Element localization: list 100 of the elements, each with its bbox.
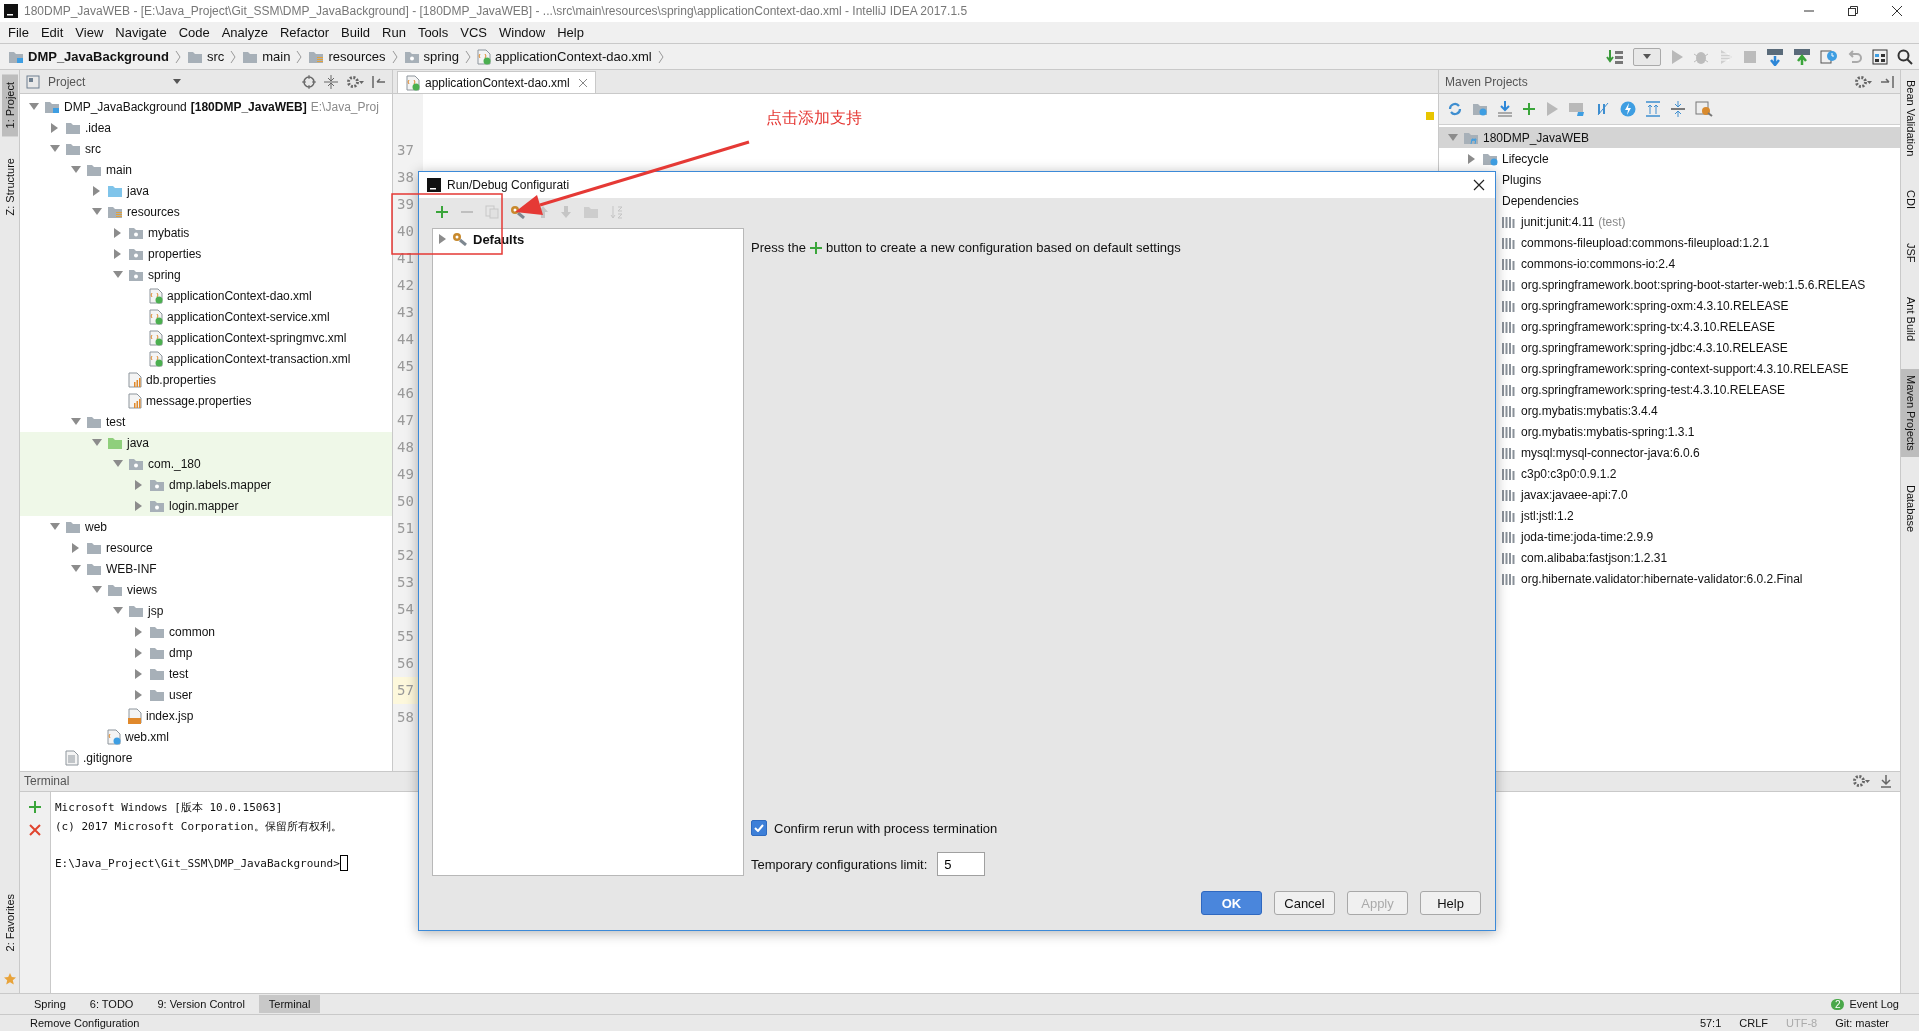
breadcrumb-item[interactable]: resources (308, 49, 386, 64)
tree-item[interactable]: login.mapper (169, 498, 239, 513)
new-session-icon[interactable] (28, 799, 42, 814)
tool-window-tab[interactable]: Spring (24, 995, 76, 1013)
tree-item[interactable]: user (169, 687, 193, 702)
breadcrumb-item[interactable]: main (242, 49, 291, 64)
tree-item[interactable]: views (127, 582, 157, 597)
menu-item[interactable]: Edit (34, 25, 70, 40)
tree-item[interactable]: Dependencies (1502, 193, 1579, 208)
tree-item[interactable]: dmp (169, 645, 193, 660)
tree-item[interactable]: org.springframework:spring-oxm:4.3.10.RELEASE (1521, 298, 1789, 313)
download-icon[interactable] (1497, 101, 1513, 117)
vcs-update-icon[interactable] (1766, 47, 1784, 66)
caret-icon[interactable] (173, 79, 182, 84)
settings-icon[interactable] (346, 74, 364, 89)
tree-item[interactable]: org.springframework:spring-context-support:4.3.10.RELEASE (1521, 361, 1849, 376)
menu-item[interactable]: File (2, 25, 35, 40)
run-icon[interactable] (1545, 101, 1559, 117)
tree-item[interactable]: org.mybatis:mybatis-spring:1.3.1 (1521, 424, 1695, 439)
collapsed-arrow-icon[interactable] (114, 248, 122, 259)
tree-item[interactable]: applicationContext-dao.xml (167, 288, 312, 303)
tree-item[interactable]: jstl:jstl:1.2 (1521, 508, 1574, 523)
tool-window-tab[interactable]: 9: Version Control (147, 995, 255, 1013)
collapsed-arrow-icon[interactable] (439, 234, 447, 244)
history-icon[interactable] (1820, 48, 1838, 65)
menu-item[interactable]: Refactor (273, 25, 336, 40)
tree-item[interactable]: com.alibaba:fastjson:1.2.31 (1521, 550, 1668, 565)
lightning-icon[interactable] (1620, 101, 1636, 117)
expanded-arrow-icon[interactable] (71, 165, 81, 174)
add-icon[interactable] (435, 205, 449, 219)
tree-item[interactable]: src (85, 141, 101, 156)
input-field[interactable]: 5 (937, 852, 986, 876)
status-item[interactable]: Git: master (1835, 1017, 1889, 1029)
tree-item[interactable]: mysql:mysql-connector-java:6.0.6 (1521, 445, 1700, 460)
menu-item[interactable]: Help (551, 25, 590, 40)
tree-item[interactable]: java (127, 435, 149, 450)
collapsed-arrow-icon[interactable] (93, 185, 101, 196)
tool-window-tab[interactable]: JSF (1901, 237, 1919, 269)
expand-all-icon[interactable] (1645, 101, 1661, 117)
expanded-arrow-icon[interactable] (113, 459, 123, 468)
close-button[interactable] (1891, 5, 1903, 17)
tree-item[interactable]: org.springframework:spring-tx:4.3.10.RELEASE (1521, 319, 1776, 334)
tree-item[interactable]: applicationContext-transaction.xml (167, 351, 351, 366)
add-icon[interactable] (1522, 102, 1536, 116)
collapsed-arrow-icon[interactable] (135, 626, 143, 637)
tree-item[interactable]: dmp.labels.mapper (169, 477, 272, 492)
tree-item[interactable]: DMP_JavaBackground (64, 99, 187, 114)
breadcrumb-item[interactable]: spring (403, 49, 459, 64)
breadcrumb-item[interactable]: applicationContext-dao.xml (476, 48, 652, 65)
close-session-icon[interactable] (29, 823, 41, 836)
revert-icon[interactable] (1847, 49, 1863, 64)
dialog-button[interactable]: Cancel (1274, 891, 1335, 915)
reimport-icon[interactable] (1472, 101, 1488, 117)
tool-window-tab[interactable]: Database (1901, 478, 1919, 538)
tree-item[interactable]: web.xml (125, 729, 169, 744)
tree-item[interactable]: org.springframework.boot:spring-boot-starter-web:1.5.6.RELEAS (1521, 277, 1866, 292)
expanded-arrow-icon[interactable] (92, 585, 102, 594)
settings-icon[interactable] (1852, 774, 1870, 789)
tool-window-tab[interactable]: Terminal (258, 995, 321, 1013)
tool-window-tab[interactable]: CDI (1901, 184, 1919, 216)
expanded-arrow-icon[interactable] (50, 522, 60, 531)
tree-item[interactable]: c3p0:c3p0:0.9.1.2 (1521, 466, 1617, 481)
expanded-arrow-icon[interactable] (92, 207, 102, 216)
tool-window-tab[interactable]: 1: Project (1, 74, 18, 137)
expanded-arrow-icon[interactable] (50, 144, 60, 153)
run-icon[interactable] (1670, 48, 1684, 65)
menu-item[interactable]: View (69, 25, 110, 40)
tree-item[interactable]: 180DMP_JavaWEB (1483, 130, 1590, 145)
locate-icon[interactable] (302, 74, 316, 89)
breadcrumb-item[interactable]: DMP_JavaBackground (8, 49, 169, 64)
collapsed-arrow-icon[interactable] (135, 479, 143, 490)
tree-item[interactable]: WEB-INF (106, 561, 157, 576)
tool-window-tab[interactable]: Ant Build (1901, 290, 1919, 347)
menu-item[interactable]: Code (172, 25, 216, 40)
collapse-all-icon[interactable] (1670, 101, 1686, 117)
build-icon[interactable] (1606, 48, 1624, 65)
event-log-tab[interactable]: 2 Event Log (1830, 998, 1919, 1010)
tree-item[interactable]: db.properties (146, 372, 217, 387)
tool-window-tab[interactable]: Z: Structure (1, 150, 18, 224)
search-icon[interactable] (1897, 48, 1913, 65)
vcs-commit-icon[interactable] (1793, 47, 1811, 66)
menu-item[interactable]: Run (376, 25, 412, 40)
expanded-arrow-icon[interactable] (71, 417, 81, 426)
menu-item[interactable]: Tools (411, 25, 455, 40)
expanded-arrow-icon[interactable] (113, 606, 123, 615)
collapsed-arrow-icon[interactable] (72, 542, 80, 553)
settings-icon[interactable] (1854, 74, 1872, 89)
ok-button[interactable]: OK (1201, 891, 1262, 915)
tool-window-tab[interactable]: Maven Projects (1901, 368, 1919, 457)
checkbox[interactable] (751, 820, 767, 836)
tree-item[interactable]: common (169, 624, 215, 639)
refresh-icon[interactable] (1447, 101, 1463, 117)
tree-item[interactable]: resources (127, 204, 180, 219)
tree-item[interactable]: joda-time:joda-time:2.9.9 (1521, 529, 1654, 544)
collapsed-arrow-icon[interactable] (135, 668, 143, 679)
expanded-arrow-icon[interactable] (29, 102, 39, 111)
status-item[interactable]: CRLF (1739, 1017, 1769, 1029)
breadcrumb-item[interactable]: src (186, 49, 225, 64)
tool-window-tab[interactable]: Bean Validation (1901, 74, 1919, 163)
menu-item[interactable]: Build (335, 25, 376, 40)
